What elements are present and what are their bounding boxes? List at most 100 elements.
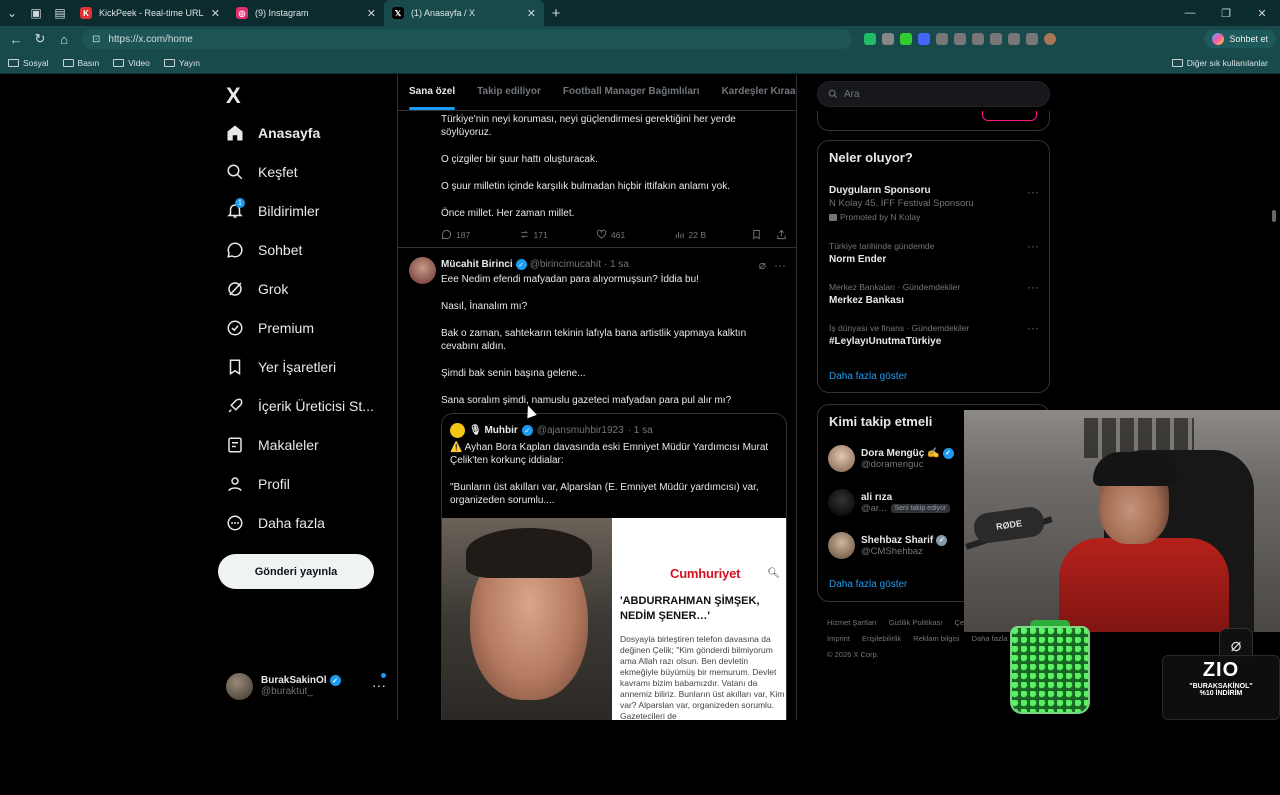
nav-bookmarks[interactable]: Yer İşaretleri: [226, 358, 336, 376]
trend-item[interactable]: Türkiye tarihinde gündemde Norm Ender ··…: [829, 239, 1039, 265]
tab-for-you[interactable]: Sana özel: [398, 75, 466, 110]
footer-link[interactable]: Imprint: [827, 634, 850, 643]
home-button-icon[interactable]: ⌂: [52, 27, 76, 51]
trend-more-icon[interactable]: ···: [1027, 239, 1039, 253]
trend-item[interactable]: Merkez Bankaları · Gündemdekiler Merkez …: [829, 280, 1039, 306]
footer-link[interactable]: Reklam bilgisi: [913, 634, 959, 643]
follow-show-more-link[interactable]: Daha fazla göster: [829, 579, 907, 590]
site-info-icon[interactable]: ⊡: [92, 34, 100, 45]
nav-chat[interactable]: Sohbet: [226, 241, 302, 259]
notification-badge: 1: [235, 198, 245, 208]
refresh-icon[interactable]: ↻: [28, 27, 52, 51]
post-paragraph: O şuur milletin içinde karşılık bulmadan…: [441, 181, 731, 192]
suggestion-name: Shehbaz Sharif: [861, 534, 934, 546]
tab-following[interactable]: Takip ediliyor: [466, 75, 552, 110]
tab-list-football-manager[interactable]: Football Manager Bağımlıları: [552, 75, 711, 110]
nav-profile[interactable]: Profil: [226, 475, 290, 493]
trend-title: Norm Ender: [829, 254, 887, 265]
tab-menu-chevron-icon[interactable]: ⌄: [0, 0, 24, 26]
search-input[interactable]: Ara: [817, 81, 1050, 107]
nav-grok[interactable]: Grok: [226, 280, 288, 298]
follow-suggestion[interactable]: ali rıza @ar... Seni takip ediyor: [828, 489, 951, 516]
trend-more-icon[interactable]: ···: [1027, 185, 1039, 199]
account-switcher[interactable]: BurakSakinOl ✓ @buraktut_ ···: [226, 671, 386, 701]
post-more-icon[interactable]: ···: [774, 258, 786, 272]
trends-title: Neler oluyor?: [829, 150, 913, 165]
trend-item[interactable]: İş dünyası ve finans · Gündemdekiler #Le…: [829, 321, 1039, 347]
footer-link[interactable]: Erişilebilirlik: [862, 634, 901, 643]
copilot-chat-button[interactable]: Sohbet et: [1204, 30, 1276, 48]
quoted-post[interactable]: 🎙 Muhbir ✓ @ajansmuhbir1923 · 1 sa ⚠️ Ay…: [441, 413, 787, 720]
restore-icon[interactable]: ❐: [1208, 7, 1244, 20]
subscribe-pill[interactable]: [982, 111, 1037, 121]
favorite-folder-video[interactable]: Video: [113, 58, 150, 68]
nav-premium[interactable]: Premium: [226, 319, 314, 337]
nav-label: Sohbet: [258, 242, 303, 258]
browser-tab-x-home[interactable]: 𝕏 (1) Anasayfa / X ✕: [384, 0, 544, 26]
grok-analyze-icon[interactable]: ⌀: [759, 258, 766, 272]
browser-tab-kickpeek[interactable]: K KickPeek - Real-time URL Crawler ✕: [72, 0, 228, 26]
footer-link[interactable]: Hizmet Şartları: [827, 618, 877, 627]
repost-icon: [520, 230, 528, 239]
nav-creator-studio[interactable]: İçerik Üreticisi St...: [226, 397, 374, 415]
search-icon: [227, 164, 243, 180]
nav-notifications[interactable]: 1 Bildirimler: [226, 198, 319, 220]
close-tab-icon[interactable]: ✕: [367, 7, 376, 20]
minimize-icon[interactable]: —: [1172, 7, 1208, 20]
post-paragraph: Önce millet. Her zaman millet.: [441, 208, 575, 219]
quoted-paragraph: "Bunların üst akılları var, Alparslan (E…: [450, 482, 759, 506]
sponsor-promo: ZIO "BURAKSAKİNOL" %10 İNDİRİM: [1162, 655, 1280, 720]
trend-more-icon[interactable]: ···: [1027, 321, 1039, 335]
back-arrow-icon[interactable]: ←: [4, 27, 28, 51]
close-window-icon[interactable]: ✕: [1244, 7, 1280, 20]
repost-button[interactable]: 171: [519, 229, 597, 240]
reply-button[interactable]: 187: [441, 229, 519, 240]
like-button[interactable]: 461: [596, 229, 674, 240]
chat-icon: [227, 242, 243, 258]
close-tab-icon[interactable]: ✕: [211, 7, 220, 20]
nav-more[interactable]: Daha fazla: [226, 514, 325, 532]
verified-badge-icon: ✓: [942, 447, 954, 459]
folder-icon: [62, 58, 74, 67]
follow-suggestion[interactable]: Shehbaz Sharif ✓ @CMShehbaz: [828, 532, 948, 559]
follow-suggestion[interactable]: Dora Mengüç ✍ ✓ @doramenguc: [828, 445, 954, 472]
favorite-folder-basin[interactable]: Basın: [62, 58, 99, 68]
other-favorites[interactable]: Diğer sık kullanılanlar: [1171, 58, 1268, 68]
trends-show-more-link[interactable]: Daha fazla göster: [829, 371, 907, 382]
quoted-media[interactable]: Cumhuriyet 🔍︎ 'ABDURRAHMAN ŞİMŞEK, NEDİM…: [442, 518, 786, 720]
folder-icon: [8, 58, 19, 67]
favorite-label: Sosyal: [23, 57, 49, 68]
avatar[interactable]: [409, 257, 436, 284]
x-logo-icon[interactable]: X: [226, 83, 241, 109]
share-icon[interactable]: [776, 229, 787, 240]
author-handle[interactable]: @birincimucahit: [530, 259, 601, 270]
nav-explore[interactable]: Keşfet: [226, 163, 298, 181]
views-button[interactable]: 22 B: [674, 229, 752, 240]
trend-item[interactable]: Duyguların Sponsoru N Kolay 45. İFF Fest…: [829, 182, 1039, 222]
footer-link[interactable]: Gizlilik Politikası: [889, 618, 943, 627]
account-more-icon[interactable]: ···: [372, 677, 386, 693]
news-brand-logo: Cumhuriyet: [670, 566, 741, 581]
url-field[interactable]: ⊡ https://x.com/home: [82, 29, 852, 49]
close-tab-icon[interactable]: ✕: [527, 7, 536, 20]
post-button[interactable]: Gönderi yayınla: [218, 554, 374, 589]
verified-badge-icon: ✓: [521, 425, 533, 436]
new-tab-button[interactable]: +: [544, 0, 568, 26]
post-time[interactable]: · 1 sa: [604, 259, 629, 270]
nav-articles[interactable]: Makaleler: [226, 436, 319, 454]
trend-more-icon[interactable]: ···: [1027, 280, 1039, 294]
favorite-folder-yayin[interactable]: Yayın: [163, 58, 200, 68]
verified-badge-icon: ✓: [329, 675, 341, 686]
author-name[interactable]: Mücahit Birinci: [441, 259, 513, 270]
nav-home[interactable]: Anasayfa: [226, 124, 320, 142]
vertical-tabs-icon[interactable]: ▤: [48, 0, 72, 26]
trend-context: Merkez Bankaları · Gündemdekiler: [829, 282, 961, 292]
quoted-author-name: 🎙 Muhbir: [469, 425, 518, 436]
favorite-folder-sosyal[interactable]: Sosyal: [8, 58, 49, 68]
workspaces-icon[interactable]: ▣: [24, 0, 48, 26]
bookmark-icon[interactable]: [751, 229, 762, 240]
promoted-icon: [829, 213, 837, 221]
browser-tab-instagram[interactable]: ◎ (9) Instagram ✕: [228, 0, 384, 26]
tab-list-kardesler[interactable]: Kardeşler Kıraath: [711, 75, 796, 110]
footer-link[interactable]: Daha fazla: [972, 634, 1008, 643]
